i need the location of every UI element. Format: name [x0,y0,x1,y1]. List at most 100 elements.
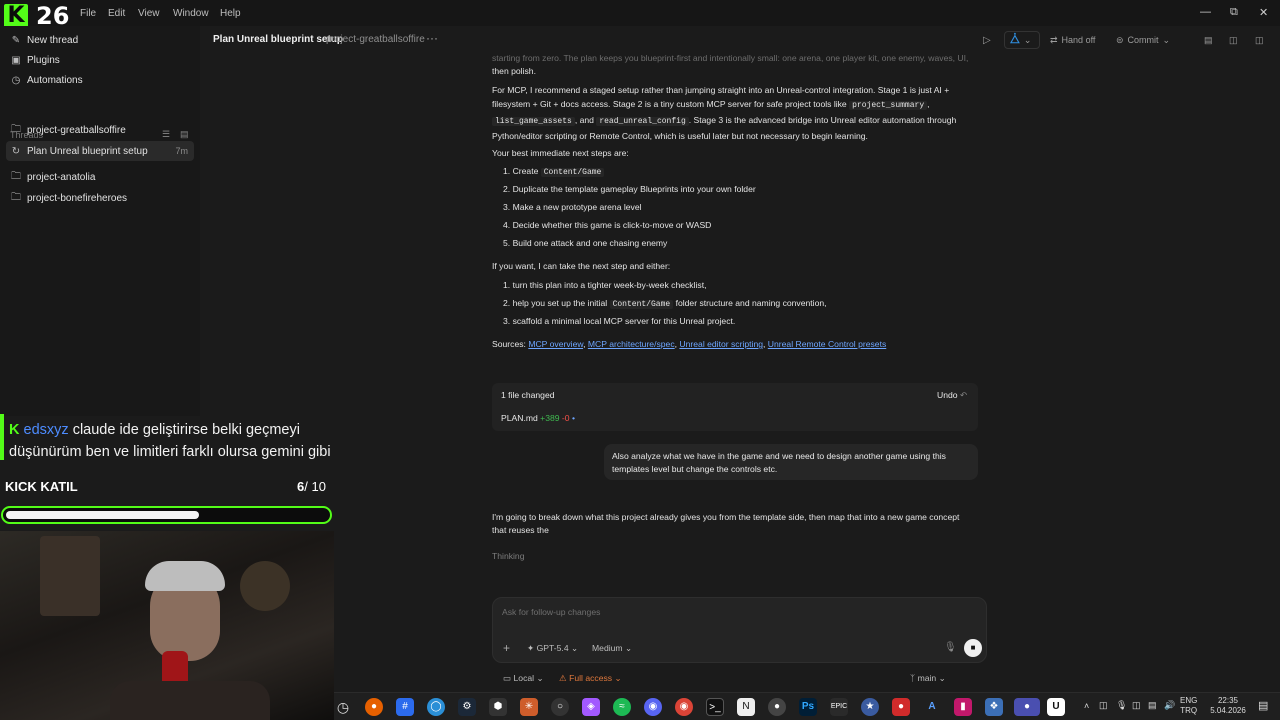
page-title: Plan Unreal blueprint setup [213,34,344,45]
globe-icon[interactable]: ◯ [427,698,445,716]
chat-message: K edsxyz claude ide geliştirirse belki g… [9,422,331,460]
commit-label: Commit [1127,35,1159,45]
close-icon[interactable]: ✕ [1259,6,1268,19]
source-link[interactable]: MCP architecture/spec [588,339,675,349]
microphone-icon[interactable]: 🎙 [944,642,957,653]
sidebar-item-plugins[interactable]: ▣ Plugins [10,50,196,70]
unreal-icon[interactable]: U [1047,698,1065,716]
undo-icon: ↶ [959,390,968,400]
menu-file[interactable]: File [80,8,96,19]
star-icon[interactable]: ★ [861,698,879,716]
goal-progress-bar [1,506,332,524]
restore-icon[interactable]: ⧉ [1230,6,1238,19]
notion-icon[interactable]: N [737,698,755,716]
clock[interactable]: 22:35 5.04.2026 [1202,696,1254,716]
model-select[interactable]: ✦ GPT-5.4 ⌄ [527,643,578,654]
github-icon[interactable]: ● [768,698,786,716]
firefox-icon[interactable]: ● [365,698,383,716]
openai-icon[interactable]: ○ [551,698,569,716]
chevron-down-icon: ⌄ [624,643,633,653]
code-project-summary: project_summary [849,101,928,110]
chevron-down-icon: ⌄ [614,673,622,683]
tray-chevron-icon[interactable]: ˄ [1084,701,1089,711]
diff-icon[interactable]: ◫ [1229,31,1238,49]
handoff-button[interactable]: ⇄ Hand off [1050,31,1095,49]
list-item: 3. Make a new prototype arena level [503,202,642,212]
terminal-app-icon[interactable]: >_ [706,698,724,716]
codex-app-icon[interactable]: ● [1014,698,1040,716]
network-app-icon[interactable]: ❖ [985,698,1003,716]
record-icon[interactable]: ● [892,698,910,716]
laptop-icon: ▭ [503,673,512,683]
folder-icon: 🗀 [11,123,21,135]
project-name[interactable]: project-greatballsoffire [326,34,425,45]
more-options-icon[interactable]: ··· [426,31,438,45]
claude-icon[interactable]: ✳ [520,698,538,716]
source-link[interactable]: Unreal editor scripting [679,339,763,349]
commit-button[interactable]: ⊜ Commit ⌄ [1116,31,1170,49]
folder-icon: 🗀 [11,170,21,182]
stop-button[interactable]: ■ [964,639,982,657]
undo-button[interactable]: Undo ↶ [937,390,967,401]
notifications-icon[interactable]: ▤ [1258,699,1268,712]
menu-window[interactable]: Window [173,8,209,19]
sources-line: Sources: MCP overview, MCP architecture/… [492,339,887,349]
menu-help[interactable]: Help [220,8,241,19]
figma-icon[interactable]: ◈ [582,698,600,716]
tray-volume-icon[interactable]: 🔊 [1164,700,1175,711]
app-window: K 26 File Edit View Window Help — ⧉ ✕ ✎ … [0,0,1280,720]
vscode-button[interactable]: ⧊ ⌄ [1004,31,1040,49]
add-icon[interactable]: + [503,641,510,655]
terminal-icon[interactable]: ▤ [1204,31,1213,49]
cube-icon[interactable]: ⬢ [489,698,507,716]
list-item: 2. help you set up the initial Content/G… [503,298,827,309]
window-shape [40,536,100,616]
chat-username: edsxyz [23,422,69,438]
panel-toggle-icon[interactable]: ◫ [1255,31,1264,49]
source-link[interactable]: MCP overview [528,339,583,349]
sidebar-item-label: project-bonefireheroes [27,192,128,204]
environment-select[interactable]: ▭ Local ⌄ [503,673,544,684]
sidebar-item-new-thread[interactable]: ✎ New thread [10,30,196,50]
epic-games-icon[interactable]: EPIC [830,698,848,716]
hair-shape [145,561,225,591]
sidebar-item-bonefireheroes[interactable]: 🗀 project-bonefireheroes [10,188,196,208]
bookmark-icon[interactable]: ▮ [954,698,972,716]
steam-icon[interactable]: ⚙ [458,698,476,716]
affinity-icon[interactable]: A [923,698,941,716]
discord-icon[interactable]: ◉ [644,698,662,716]
effort-select[interactable]: Medium ⌄ [592,643,632,654]
tray-mic-icon[interactable]: 🎙 [1116,700,1127,711]
sidebar-item-anatolia[interactable]: 🗀 project-anatolia [10,167,196,187]
language-indicator[interactable]: ENG TRQ [1180,696,1197,716]
sidebar-item-greatballsoffire[interactable]: 🗀 project-greatballsoffire [10,120,196,140]
menu-view[interactable]: View [138,8,160,19]
changed-file[interactable]: PLAN.md +389 -0 • [501,413,575,423]
clock-app-icon[interactable]: ◷ [334,698,352,716]
chat-accent [0,414,4,460]
list-item: 3. scaffold a minimal local MCP server f… [503,316,736,326]
tray-device-icon[interactable]: ◫ [1099,700,1108,711]
branch-select[interactable]: ᛉ main ⌄ [910,673,946,684]
source-link[interactable]: Unreal Remote Control presets [768,339,886,349]
sidebar-item-automations[interactable]: ◷ Automations [10,70,196,90]
spotify-icon[interactable]: ≈ [613,698,631,716]
vscode-icon: ⧊ [1010,33,1020,46]
composer-input[interactable]: Ask for follow-up changes [502,607,600,617]
spinner-icon: ↻ [11,145,21,157]
access-select[interactable]: ⚠ Full access ⌄ [559,673,622,684]
list-item: 1. turn this plan into a tighter week-by… [503,280,707,290]
play-icon[interactable]: ▷ [983,31,991,49]
menu-edit[interactable]: Edit [108,8,125,19]
slack-icon[interactable]: # [396,698,414,716]
chrome-icon[interactable]: ◉ [675,698,693,716]
photoshop-icon[interactable]: Ps [799,698,817,716]
sidebar-item-plan-unreal[interactable]: ↻ Plan Unreal blueprint setup 7m [6,141,194,161]
warning-icon: ⚠ [559,673,567,683]
tray-wifi-icon[interactable]: ▤ [1148,700,1157,711]
minimize-icon[interactable]: — [1200,6,1211,18]
mirror-shape [240,561,290,611]
tray-display-icon[interactable]: ◫ [1132,700,1141,711]
list-item: 1. Create Content/Game [503,166,605,177]
body-shape [110,681,270,720]
